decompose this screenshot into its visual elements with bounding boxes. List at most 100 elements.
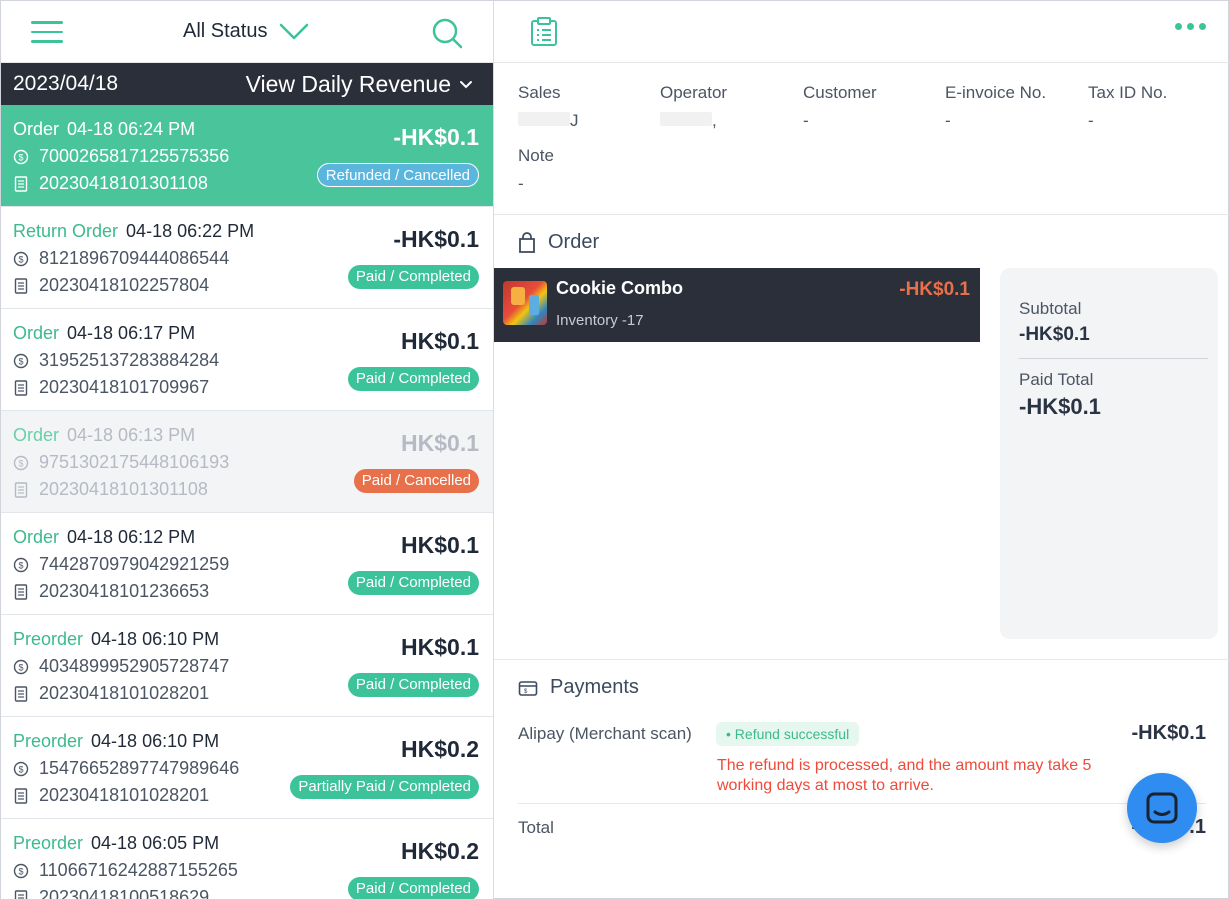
- payment-number-row: $9751302175448106193: [13, 452, 229, 473]
- order-time: 04-18 06:22 PM: [126, 221, 255, 241]
- order-type: Order: [13, 527, 60, 547]
- status-filter-label: All Status: [183, 20, 268, 42]
- detail-header: [494, 1, 1229, 63]
- order-section: Order Cookie Combo Inventory -17 -HK$0.1…: [494, 215, 1229, 660]
- receipt-icon: [13, 583, 29, 600]
- order-item-card[interactable]: Cookie Combo Inventory -17 -HK$0.1: [494, 268, 980, 342]
- svg-text:$: $: [18, 152, 23, 162]
- order-amount: HK$0.1: [401, 328, 479, 354]
- status-filter-dropdown[interactable]: All Status: [183, 20, 309, 43]
- item-name: Cookie Combo: [556, 278, 684, 298]
- order-list-item[interactable]: Return Order 04-18 06:22 PM $8121896709444…: [1, 207, 493, 309]
- note-label: Note: [518, 146, 554, 165]
- receipt-number: 20230418101301108: [39, 479, 208, 499]
- info-value: ,: [660, 111, 727, 131]
- receipt-number-row: 20230418102257804: [13, 275, 209, 296]
- order-header: Preorder 04-18 06:05 PM: [13, 833, 219, 854]
- order-amount: -HK$0.1: [393, 124, 479, 150]
- info-value: -: [945, 111, 951, 130]
- order-list-item[interactable]: Preorder 04-18 06:05 PM $11066716242887155…: [1, 819, 493, 899]
- order-type: Order: [13, 119, 60, 139]
- order-list: Order 04-18 06:24 PM $7000265817125575356 2…: [1, 105, 493, 899]
- order-type: Preorder: [13, 833, 84, 853]
- order-list-item[interactable]: Preorder 04-18 06:10 PM $40348999529057287…: [1, 615, 493, 717]
- info-label: Customer: [803, 83, 877, 102]
- receipt-icon: [13, 175, 29, 192]
- order-list-item[interactable]: Order 04-18 06:24 PM $7000265817125575356 2…: [1, 105, 493, 207]
- order-detail-pane: Sales J Operator , Customer - E-invoice …: [494, 1, 1229, 899]
- info-value: J: [518, 111, 579, 131]
- order-time: 04-18 06:05 PM: [91, 833, 220, 853]
- info-label: Operator: [660, 83, 728, 102]
- order-title: Order: [548, 231, 600, 253]
- order-time: 04-18 06:17 PM: [67, 323, 196, 343]
- receipt-number: 20230418101028201: [39, 785, 210, 805]
- dollar-icon: $: [13, 659, 29, 675]
- status-badge: Refunded / Cancelled: [316, 163, 479, 187]
- order-header: Return Order 04-18 06:22 PM: [13, 221, 254, 242]
- dollar-icon: $: [13, 251, 29, 267]
- search-icon[interactable]: [431, 17, 463, 49]
- order-list-item[interactable]: Order 04-18 06:13 PM $9751302175448106193 2…: [1, 411, 493, 513]
- payment-amount: -HK$0.1: [1131, 722, 1206, 744]
- payment-number: 9751302175448106193: [39, 452, 230, 472]
- receipt-number-row: 20230418101236653: [13, 581, 209, 602]
- info-label: E-invoice No.: [945, 83, 1047, 102]
- svg-text:$: $: [18, 356, 23, 366]
- more-options-icon[interactable]: [1175, 23, 1206, 30]
- order-header: Order 04-18 06:12 PM: [13, 527, 195, 548]
- order-list-pane: All Status 2023/04/18 View Daily Revenue…: [1, 1, 494, 899]
- order-amount: HK$0.1: [401, 634, 479, 660]
- receipt-number-row: 20230418101709967: [13, 377, 209, 398]
- order-header: Preorder 04-18 06:10 PM: [13, 731, 219, 752]
- dollar-icon: $: [13, 761, 29, 777]
- receipt-icon: [13, 889, 29, 899]
- payment-number: 1547665289774798964​6: [39, 758, 240, 778]
- receipt-number-row: 20230418101301108: [13, 173, 208, 194]
- order-time: 04-18 06:13 PM: [67, 425, 196, 445]
- order-time: 04-18 06:10 PM: [91, 731, 220, 751]
- list-header: All Status: [1, 1, 493, 63]
- svg-text:$: $: [524, 689, 528, 695]
- payment-number: 11066716242887155265: [39, 860, 238, 880]
- order-header: Preorder 04-18 06:10 PM: [13, 629, 219, 650]
- payment-method: Alipay (Merchant scan): [518, 724, 692, 743]
- order-type: Order: [13, 323, 60, 343]
- order-section-title: Order: [518, 231, 599, 254]
- dollar-icon: $: [13, 455, 29, 471]
- receipt-icon: [13, 481, 29, 498]
- status-badge: Paid / Completed: [347, 877, 479, 899]
- menu-icon[interactable]: [31, 21, 63, 43]
- payment-number: 7000265817125575356: [39, 146, 230, 166]
- payment-number: 7442870979042921259: [39, 554, 230, 574]
- receipt-icon: [13, 685, 29, 702]
- payments-section-title: $ Payments: [518, 676, 639, 699]
- divider: [1019, 358, 1208, 359]
- subtotal-label: Subtotal: [1019, 299, 1082, 318]
- order-header: Order 04-18 06:24 PM: [13, 119, 195, 140]
- info-sales: Sales J: [518, 83, 579, 131]
- payment-number-row: $8121896709444086544: [13, 248, 229, 269]
- dollar-icon: $: [13, 149, 29, 165]
- payment-status-badge: • Refund successful: [716, 722, 860, 746]
- receipt-icon: [13, 277, 29, 294]
- order-amount: HK$0.1: [401, 430, 479, 456]
- order-list-item[interactable]: Order 04-18 06:12 PM $7442870979042921259 2…: [1, 513, 493, 615]
- order-type: Return Order: [13, 221, 119, 241]
- svg-text:$: $: [18, 866, 23, 876]
- order-list-item[interactable]: Preorder 04-18 06:10 PM $15476652897747989…: [1, 717, 493, 819]
- dollar-icon: $: [13, 353, 29, 369]
- chat-support-button[interactable]: [1127, 773, 1197, 843]
- view-daily-revenue-button[interactable]: View Daily Revenue: [246, 71, 473, 98]
- receipt-icon: [13, 379, 29, 396]
- receipt-number: 20230418101709967: [39, 377, 210, 397]
- payment-number-row: $1547665289774798964​6: [13, 758, 239, 779]
- payment-number-row: $7442870979042921259: [13, 554, 229, 575]
- payment-number-row: $319525137283884284: [13, 350, 219, 371]
- order-list-item[interactable]: Order 04-18 06:17 PM $319525137283884284 20…: [1, 309, 493, 411]
- info-taxid: Tax ID No. -: [1088, 83, 1167, 131]
- status-badge: Paid / Cancelled: [353, 469, 479, 493]
- date-bar: 2023/04/18 View Daily Revenue: [1, 63, 493, 105]
- clipboard-icon[interactable]: [530, 17, 558, 47]
- order-info-section: Sales J Operator , Customer - E-invoice …: [494, 63, 1229, 215]
